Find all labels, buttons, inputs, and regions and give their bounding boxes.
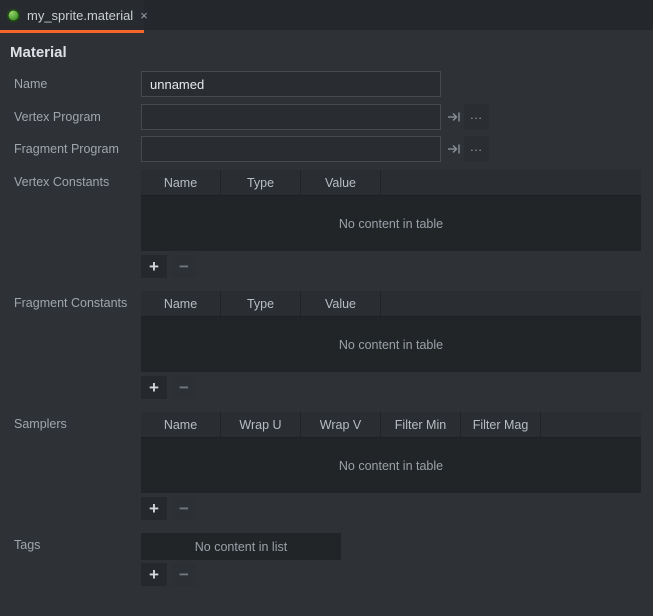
- column-header-name: Name: [141, 170, 221, 195]
- vertex-constants-header: Name Type Value: [141, 170, 641, 196]
- column-header-filler: [381, 291, 641, 316]
- vertex-constants-actions: + −: [141, 255, 196, 278]
- column-header-wrap-u: Wrap U: [221, 412, 301, 437]
- fragment-constants-empty-body: No content in table: [141, 317, 641, 372]
- fragment-constants-add-button[interactable]: +: [141, 376, 167, 399]
- fragment-constants-remove-button[interactable]: −: [172, 376, 196, 399]
- tab-bar: my_sprite.material ×: [0, 0, 653, 30]
- samplers-remove-button[interactable]: −: [172, 497, 196, 520]
- name-label: Name: [14, 77, 48, 91]
- vertex-program-goto-button[interactable]: [445, 104, 463, 130]
- column-header-value: Value: [301, 291, 381, 316]
- active-tab-indicator: [0, 30, 144, 33]
- vertex-constants-label: Vertex Constants: [14, 175, 110, 189]
- vertex-constants-remove-button[interactable]: −: [172, 255, 196, 278]
- name-input[interactable]: [141, 71, 441, 97]
- tab-title: my_sprite.material: [27, 7, 134, 23]
- fragment-program-label: Fragment Program: [14, 142, 119, 156]
- empty-table-text: No content in table: [338, 337, 444, 352]
- vertex-program-label: Vertex Program: [14, 110, 101, 124]
- page-title: Material: [10, 44, 67, 61]
- column-header-filler: [541, 412, 641, 437]
- column-header-name: Name: [141, 412, 221, 437]
- tags-remove-button[interactable]: −: [172, 563, 196, 586]
- column-header-type: Type: [221, 170, 301, 195]
- column-header-wrap-v: Wrap V: [301, 412, 381, 437]
- vertex-program-browse-button[interactable]: …: [464, 104, 489, 130]
- tags-empty-list: No content in list: [141, 533, 341, 560]
- material-editor-panel: my_sprite.material × Material Name Verte…: [0, 0, 653, 616]
- column-header-name: Name: [141, 291, 221, 316]
- vertex-constants-table: Name Type Value No content in table: [141, 170, 641, 251]
- empty-table-text: No content in table: [338, 216, 444, 231]
- samplers-add-button[interactable]: +: [141, 497, 167, 520]
- fragment-constants-actions: + −: [141, 376, 196, 399]
- column-header-filter-mag: Filter Mag: [461, 412, 541, 437]
- column-header-type: Type: [221, 291, 301, 316]
- fragment-constants-label: Fragment Constants: [14, 296, 128, 310]
- fragment-program-browse-button[interactable]: …: [464, 136, 489, 162]
- samplers-table: Name Wrap U Wrap V Filter Min Filter Mag…: [141, 412, 641, 493]
- samplers-label: Samplers: [14, 417, 67, 431]
- tab-my-sprite-material[interactable]: my_sprite.material ×: [0, 0, 148, 30]
- fragment-program-input[interactable]: [141, 136, 441, 162]
- tags-label: Tags: [14, 538, 41, 552]
- tags-add-button[interactable]: +: [141, 563, 167, 586]
- fragment-program-goto-button[interactable]: [445, 136, 463, 162]
- empty-table-text: No content in table: [338, 458, 444, 473]
- material-sphere-icon: [7, 8, 20, 22]
- arrow-to-bar-icon: [448, 144, 460, 154]
- arrow-to-bar-icon: [448, 112, 460, 122]
- vertex-constants-empty-body: No content in table: [141, 196, 641, 251]
- column-header-filler: [381, 170, 641, 195]
- vertex-program-input[interactable]: [141, 104, 441, 130]
- fragment-constants-table: Name Type Value No content in table: [141, 291, 641, 372]
- tab-close-icon[interactable]: ×: [140, 9, 148, 22]
- samplers-actions: + −: [141, 497, 196, 520]
- empty-list-text: No content in list: [194, 539, 288, 554]
- fragment-constants-header: Name Type Value: [141, 291, 641, 317]
- column-header-value: Value: [301, 170, 381, 195]
- samplers-empty-body: No content in table: [141, 438, 641, 493]
- samplers-header: Name Wrap U Wrap V Filter Min Filter Mag: [141, 412, 641, 438]
- tags-actions: + −: [141, 563, 196, 586]
- vertex-constants-add-button[interactable]: +: [141, 255, 167, 278]
- column-header-filter-min: Filter Min: [381, 412, 461, 437]
